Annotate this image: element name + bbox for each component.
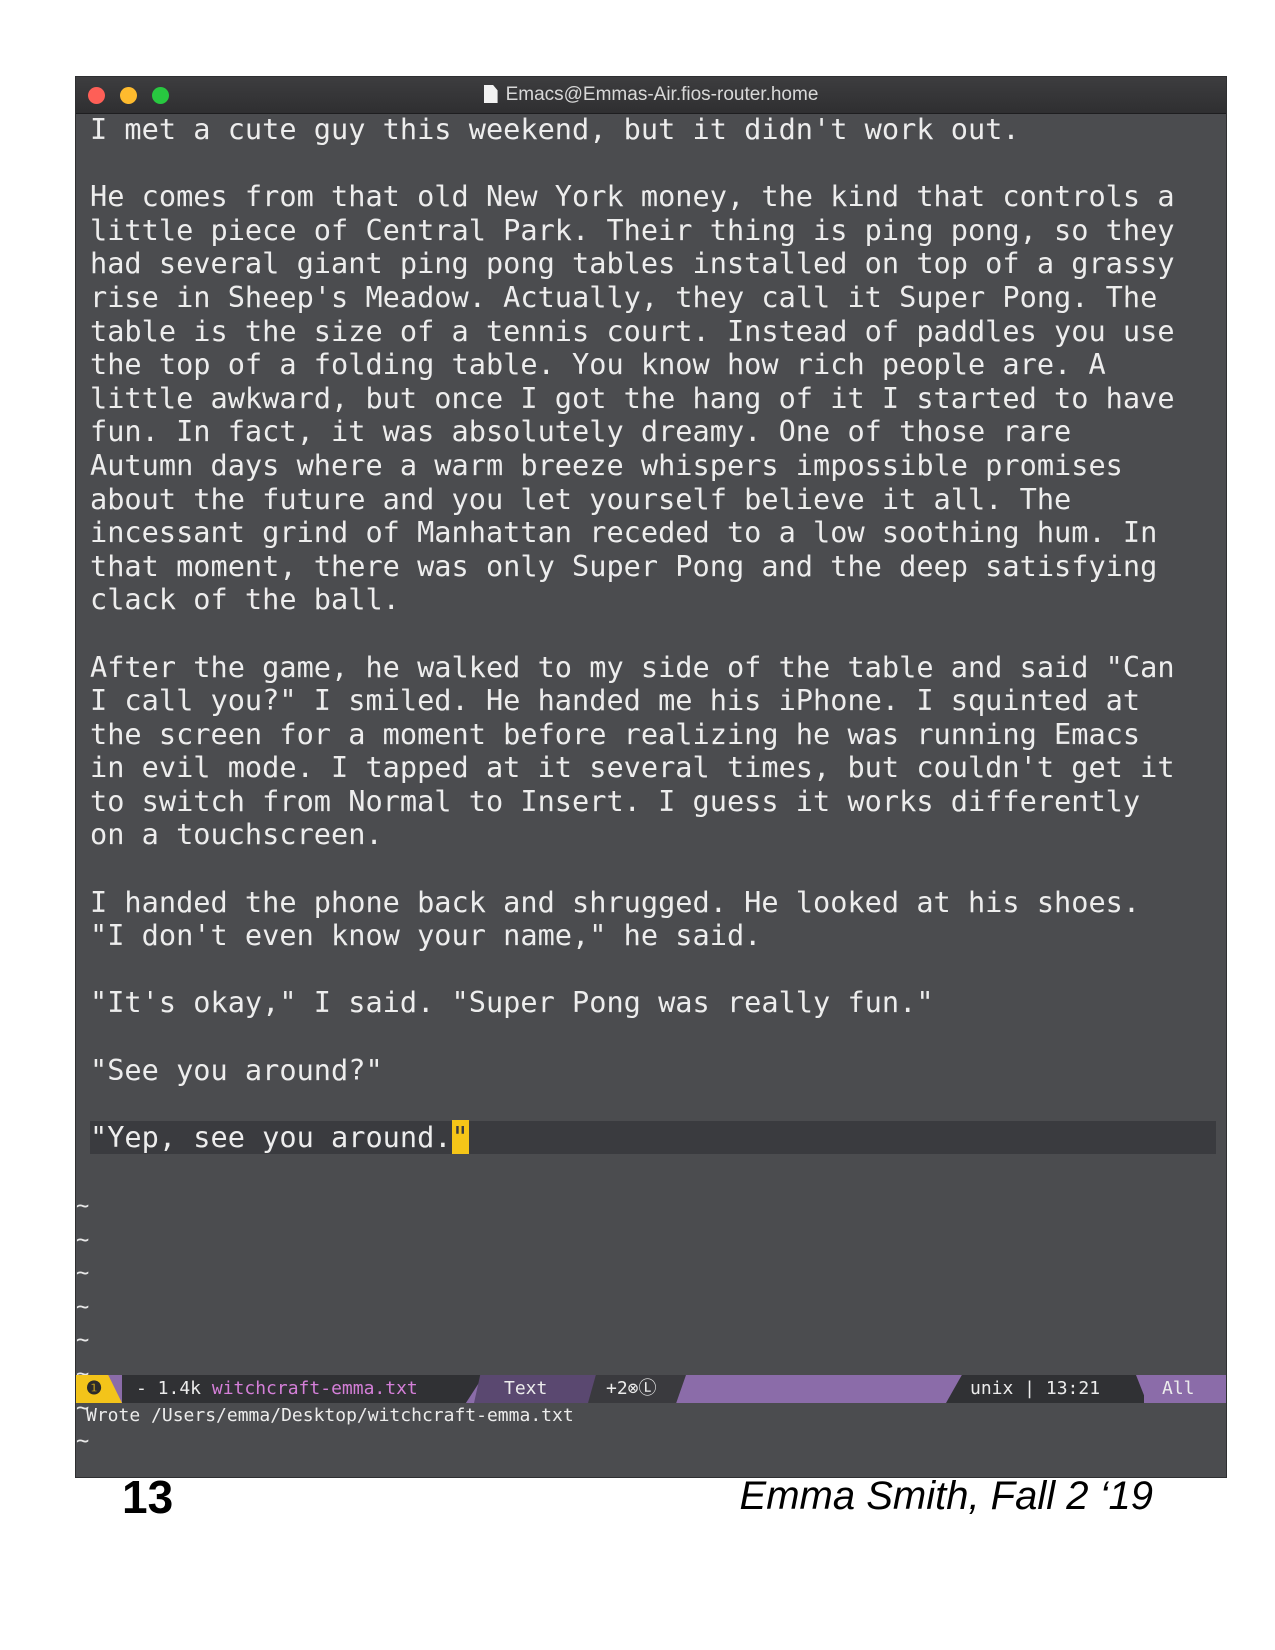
buffer-line[interactable]: He comes from that old New York money, t…: [90, 180, 1216, 214]
buffer-line[interactable]: clack of the ball.: [90, 583, 1216, 617]
emacs-window: Emacs@Emmas-Air.fios-router.home I met a…: [75, 76, 1227, 1478]
buffer-line[interactable]: [90, 147, 1216, 181]
window-title-text: Emacs@Emmas-Air.fios-router.home: [505, 84, 819, 105]
empty-line-marker: ~: [76, 1194, 90, 1219]
title-bar: Emacs@Emmas-Air.fios-router.home: [76, 77, 1226, 114]
buffer-size: - 1.4k: [136, 1378, 212, 1399]
buffer-line[interactable]: the screen for a moment before realizing…: [90, 717, 1216, 752]
buffer-line[interactable]: [90, 852, 1216, 886]
text-cursor: ": [451, 1119, 469, 1154]
footer-credit: Emma Smith, Fall 2 ‘19: [739, 1474, 1153, 1518]
buffer-line[interactable]: had several giant ping pong tables insta…: [90, 247, 1216, 281]
minor-modes[interactable]: +2⊗Ⓛ: [588, 1375, 686, 1403]
buffer-line[interactable]: Autumn days where a warm breeze whispers…: [90, 448, 1216, 483]
buffer-line[interactable]: the top of a folding table. You know how…: [90, 348, 1216, 382]
buffer-line[interactable]: fun. In fact, it was absolutely dreamy. …: [90, 415, 1216, 449]
empty-line-marker: ~: [76, 1261, 90, 1287]
buffer-line[interactable]: [90, 1087, 1216, 1121]
echo-area-message: Wrote /Users/emma/Desktop/witchcraft-emm…: [86, 1405, 574, 1426]
empty-line-marker: ~: [76, 1294, 90, 1320]
mode-line-buffer-info: - 1.4k witchcraft-emma.txt: [122, 1375, 484, 1403]
buffer-line[interactable]: [90, 1020, 1216, 1054]
buffer-line[interactable]: table is the size of a tennis court. Ins…: [90, 314, 1216, 349]
buffer-line[interactable]: "See you around?": [90, 1053, 1216, 1088]
mode-line-state-indicator: ❶: [76, 1375, 122, 1403]
major-mode[interactable]: Text: [474, 1375, 598, 1403]
encoding-and-position: unix | 13:21: [946, 1375, 1144, 1403]
buffer-line[interactable]: incessant grind of Manhattan receded to …: [90, 516, 1216, 550]
buffer-line[interactable]: little awkward, but once I got the hang …: [90, 381, 1216, 416]
buffer-line[interactable]: "I don't even know your name," he said.: [90, 919, 1216, 953]
buffer-line[interactable]: on a touchscreen.: [90, 818, 1216, 852]
empty-line-marker: ~: [76, 1328, 90, 1354]
current-line-text: "Yep, see you around.: [90, 1119, 452, 1154]
buffer-line[interactable]: [90, 953, 1216, 987]
buffer-line[interactable]: After the game, he walked to my side of …: [90, 650, 1216, 685]
buffer-line[interactable]: little piece of Central Park. Their thin…: [90, 213, 1216, 248]
empty-line-marker: ~: [76, 1429, 90, 1455]
buffer-line[interactable]: "It's okay," I said. "Super Pong was rea…: [90, 986, 1216, 1020]
mode-line: ❶ - 1.4k witchcraft-emma.txt Text +2⊗Ⓛ u…: [76, 1375, 1226, 1403]
buffer-filename: witchcraft-emma.txt: [211, 1378, 418, 1399]
page-number: 13: [122, 1471, 174, 1523]
buffer-line[interactable]: rise in Sheep's Meadow. Actually, they c…: [90, 280, 1216, 315]
text-buffer[interactable]: I met a cute guy this weekend, but it di…: [90, 112, 1216, 1155]
buffer-line[interactable]: I met a cute guy this weekend, but it di…: [90, 112, 1216, 147]
buffer-line[interactable]: I handed the phone back and shrugged. He…: [90, 885, 1216, 920]
current-line[interactable]: "Yep, see you around.": [90, 1119, 1216, 1155]
buffer-line[interactable]: that moment, there was only Super Pong a…: [90, 549, 1216, 584]
window-title: Emacs@Emmas-Air.fios-router.home: [76, 84, 1226, 106]
buffer-line[interactable]: [90, 617, 1216, 651]
buffer-line[interactable]: in evil mode. I tapped at it several tim…: [90, 751, 1216, 785]
empty-line-marker: ~: [76, 1227, 90, 1253]
document-icon: [483, 85, 498, 103]
buffer-line[interactable]: I call you?" I smiled. He handed me his …: [90, 683, 1216, 718]
scroll-position: All: [1136, 1375, 1226, 1403]
buffer-line[interactable]: about the future and you let yourself be…: [90, 482, 1216, 517]
buffer-line[interactable]: to switch from Normal to Insert. I guess…: [90, 784, 1216, 819]
